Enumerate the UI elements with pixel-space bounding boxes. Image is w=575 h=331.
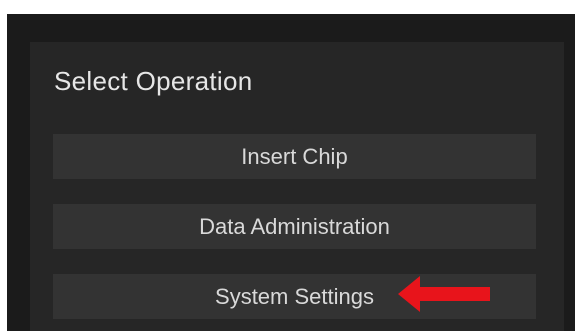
data-administration-label: Data Administration — [199, 213, 390, 239]
insert-chip-button[interactable]: Insert Chip — [53, 134, 536, 179]
data-administration-button[interactable]: Data Administration — [53, 204, 536, 249]
insert-chip-label: Insert Chip — [241, 143, 348, 169]
system-settings-label: System Settings — [215, 283, 374, 309]
red-arrow-icon — [398, 276, 490, 312]
arrow-shape — [398, 276, 490, 312]
dialog-title: Select Operation — [54, 66, 253, 96]
